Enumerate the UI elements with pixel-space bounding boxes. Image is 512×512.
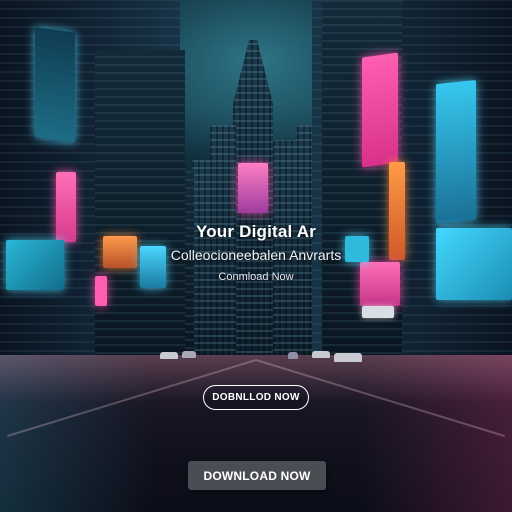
neon-billboard xyxy=(238,163,268,213)
neon-billboard xyxy=(389,162,405,260)
car xyxy=(312,351,330,358)
hero-banner: Your Digital Ar Colleocioneebalen Anvrar… xyxy=(0,0,512,512)
neon-billboard xyxy=(436,79,476,225)
distant-tower xyxy=(297,125,313,365)
neon-billboard xyxy=(360,262,400,306)
car xyxy=(334,353,362,362)
hero-cta-text[interactable]: Conmload Now xyxy=(0,271,512,283)
car xyxy=(160,352,178,359)
download-now-outline-button[interactable]: DOBNLLOD NOW xyxy=(203,385,309,410)
neon-billboard xyxy=(362,52,398,168)
car xyxy=(288,352,298,359)
neon-billboard xyxy=(362,306,394,318)
hero-subtitle: Colleocioneebalen Anvrarts xyxy=(170,247,342,263)
download-now-button[interactable]: DOWNLOAD NOW xyxy=(188,461,326,490)
distant-tower xyxy=(210,125,236,365)
car xyxy=(182,351,196,358)
neon-billboard xyxy=(35,27,75,143)
left-building xyxy=(95,50,185,370)
hero-title: Your Digital Ar xyxy=(195,222,317,241)
